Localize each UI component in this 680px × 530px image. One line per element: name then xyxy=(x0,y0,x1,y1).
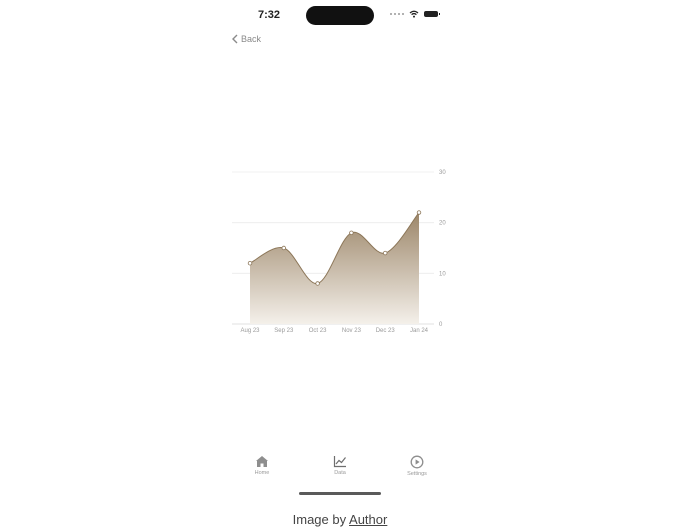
wifi-icon xyxy=(409,10,419,18)
x-tick-label: Aug 23 xyxy=(240,328,260,334)
caption-prefix: Image by xyxy=(292,512,347,527)
author-link[interactable]: Author xyxy=(349,512,387,527)
y-tick-label: 30 xyxy=(439,170,446,176)
area-chart: 0 10 20 30 Aug 23 Sep 23 Oct 23 Nov 23 Dec 23 Jan… xyxy=(232,170,446,334)
data-point xyxy=(416,210,422,215)
dynamic-island xyxy=(306,6,374,25)
tab-settings-label: Settings xyxy=(407,471,427,477)
status-time: 7:32 xyxy=(258,9,281,21)
x-tick-label: Dec 23 xyxy=(376,328,396,334)
y-tick-label: 20 xyxy=(439,221,446,227)
x-tick-label: Jan 24 xyxy=(410,328,429,334)
y-tick-label: 0 xyxy=(439,322,443,328)
data-point xyxy=(247,260,253,266)
x-tick-label: Nov 23 xyxy=(342,328,362,334)
x-tick-label: Sep 23 xyxy=(274,328,294,334)
back-button[interactable]: Back xyxy=(232,34,261,44)
cellular-signal-icon xyxy=(390,13,404,15)
x-tick-label: Oct 23 xyxy=(309,328,327,334)
y-tick-label: 10 xyxy=(439,271,446,277)
status-icons xyxy=(390,10,440,18)
series-area xyxy=(250,212,419,324)
data-point xyxy=(315,281,320,286)
tab-home[interactable]: Home xyxy=(232,455,292,476)
chevron-left-icon xyxy=(232,34,238,44)
tab-data-label: Data xyxy=(334,470,346,476)
tab-home-label: Home xyxy=(254,470,270,476)
play-circle-icon xyxy=(410,455,424,469)
back-label: Back xyxy=(241,34,262,44)
house-icon xyxy=(256,456,268,467)
image-caption: Image by Author xyxy=(0,512,680,527)
chart-icon xyxy=(333,456,346,468)
tab-data[interactable]: Data xyxy=(310,455,370,476)
data-point xyxy=(281,245,286,251)
home-indicator xyxy=(299,492,381,495)
battery-icon xyxy=(424,11,440,17)
tab-settings[interactable]: Settings xyxy=(387,455,447,477)
data-point xyxy=(382,250,388,256)
phone-screen: 7:32 Back 0 10 20 30 Aug 23 Sep 23 Oct 23 Nov 2… xyxy=(222,0,458,500)
data-point xyxy=(349,230,354,235)
tab-bar: Home Data Settings xyxy=(222,455,458,485)
